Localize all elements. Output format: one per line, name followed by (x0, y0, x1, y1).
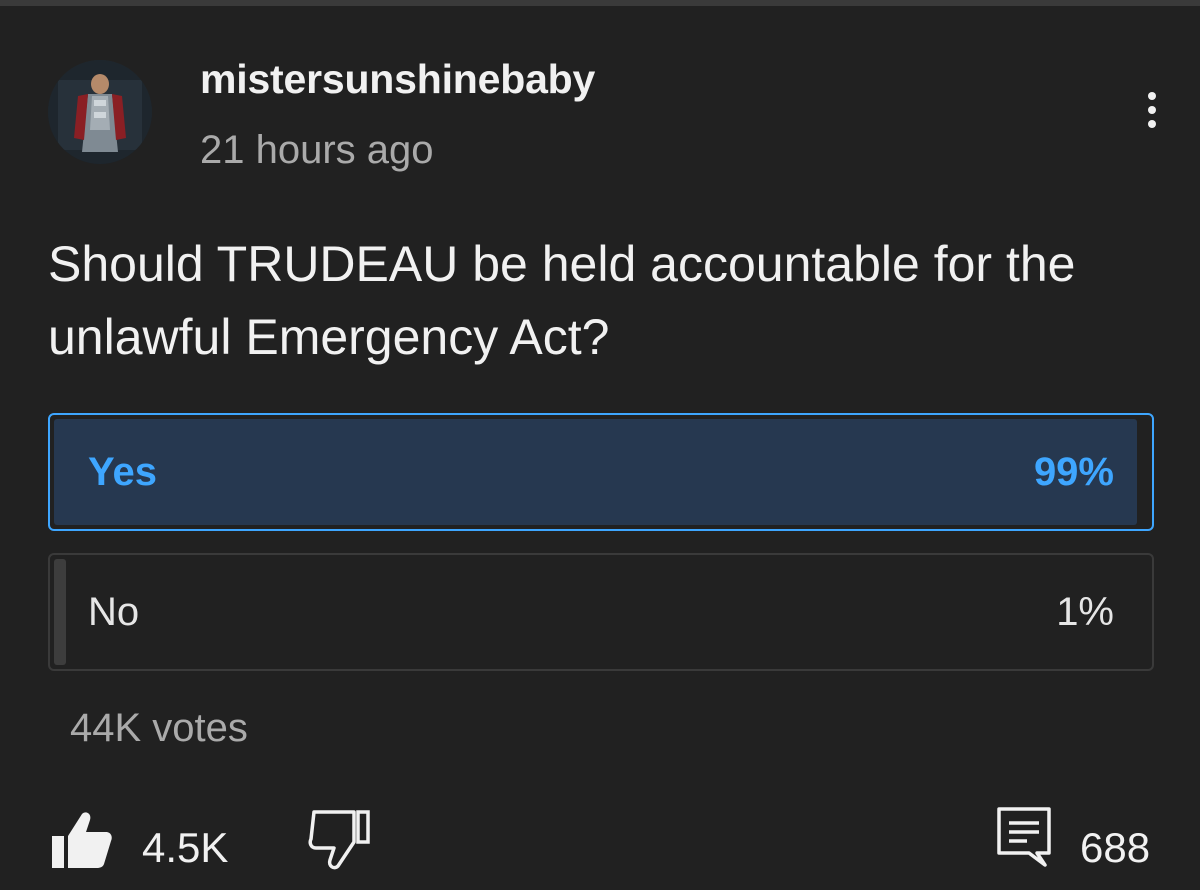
thumbs-down-outline-icon (308, 810, 370, 870)
poll-option-percent: 1% (1056, 589, 1114, 634)
thumbs-up-filled-icon (52, 812, 112, 868)
more-options-button[interactable] (1130, 88, 1174, 132)
poll-option-label: Yes (88, 449, 157, 494)
channel-name[interactable]: mistersunshinebaby (200, 56, 595, 103)
poll-option-percent: 99% (1033, 449, 1114, 494)
poll-option-no[interactable]: No 1% (48, 553, 1154, 671)
poll-question: Should TRUDEAU be held accountable for t… (48, 236, 1076, 365)
poll-result-bar (54, 419, 1137, 525)
poll-result-bar (54, 559, 66, 665)
vote-count: 44K votes (70, 706, 248, 750)
top-divider (0, 0, 1200, 6)
dislike-button[interactable] (306, 806, 372, 872)
more-vert-icon (1148, 92, 1156, 128)
comment-icon (997, 807, 1051, 867)
avatar[interactable] (48, 60, 152, 164)
poll-option-label: No (88, 589, 140, 634)
comment-count: 688 (1080, 824, 1151, 871)
like-button[interactable] (50, 808, 114, 872)
post-timestamp: 21 hours ago (200, 128, 434, 172)
poll-option-yes[interactable]: Yes 99% (48, 413, 1154, 531)
avatar-image (48, 60, 152, 164)
like-count: 4.5K (142, 824, 229, 871)
comment-button[interactable] (996, 806, 1052, 868)
